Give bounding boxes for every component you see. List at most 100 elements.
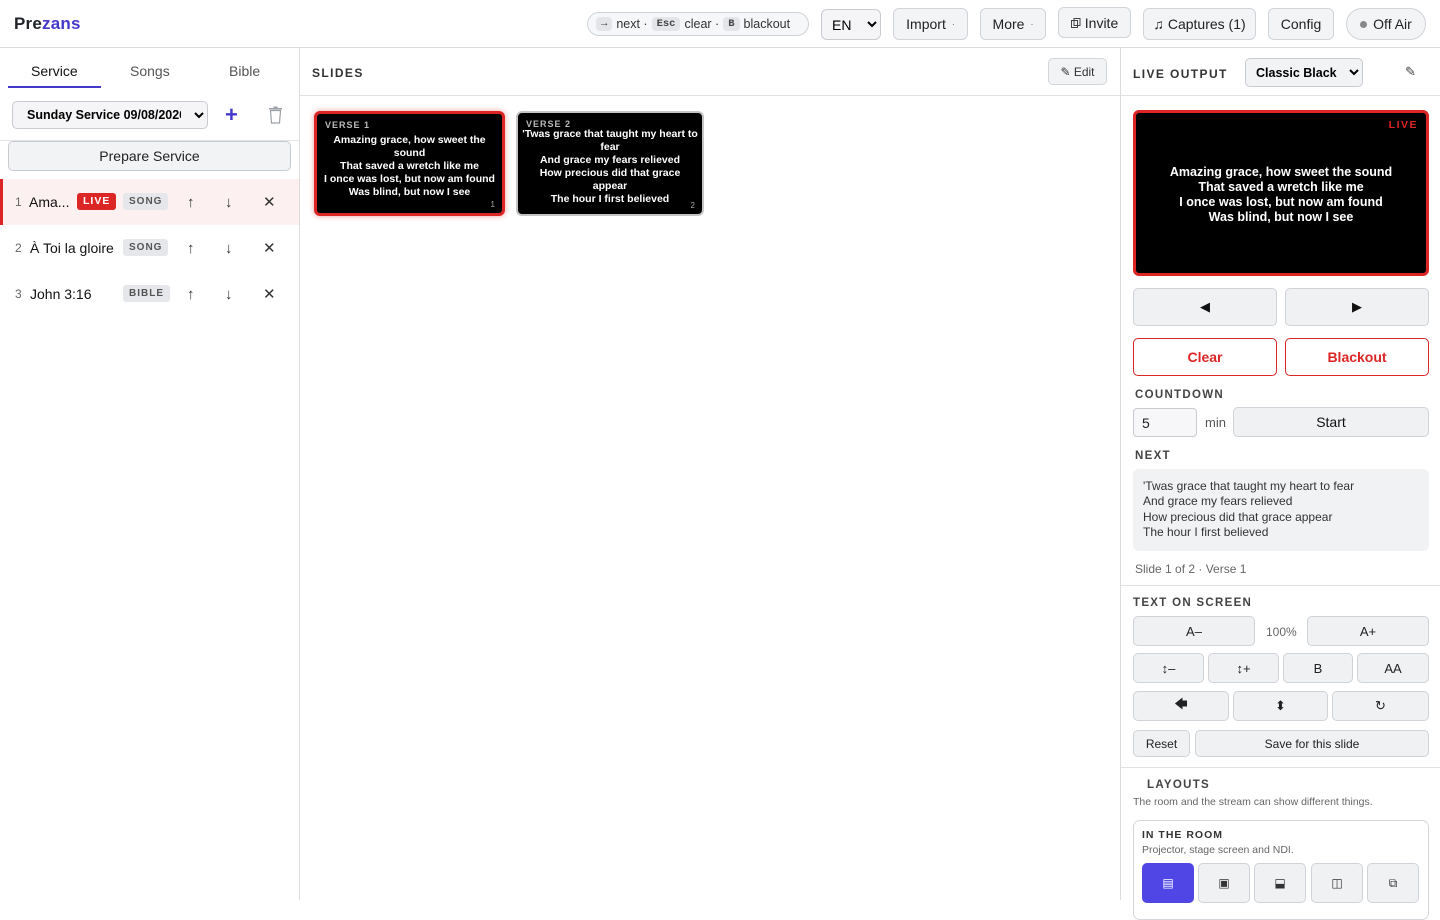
left-tabs: Service Songs Bible <box>0 48 299 90</box>
room-title: IN THE ROOM <box>1142 829 1223 841</box>
off-air-button[interactable]: Off Air <box>1346 8 1426 40</box>
line-spacing-decrease-button[interactable]: ↕– <box>1133 653 1204 683</box>
layout-boxed-button[interactable]: ▣ <box>1198 863 1250 903</box>
remove-icon[interactable]: ✕ <box>263 193 276 211</box>
item-number: 2 <box>15 241 22 255</box>
slide-text: 'Twas grace that taught my heart to fear… <box>522 128 698 205</box>
prepare-service-button[interactable]: Prepare Service <box>8 141 291 171</box>
layout-split-button[interactable]: ◫ <box>1311 863 1363 903</box>
service-item-row[interactable]: 1 Ama... LIVE SONG ↑ ↓ ✕ <box>0 179 299 225</box>
next-title: NEXT <box>1135 450 1171 462</box>
rotate-reset-button[interactable]: ↻ <box>1332 691 1429 721</box>
vertical-align-button[interactable]: ⬍ <box>1233 691 1328 721</box>
config-button[interactable]: Config <box>1268 8 1334 40</box>
reset-text-button[interactable]: Reset <box>1133 730 1190 757</box>
clear-button[interactable]: Clear <box>1133 338 1277 376</box>
font-larger-button[interactable]: A+ <box>1307 616 1429 646</box>
live-text: Amazing grace, how sweet the sound That … <box>1169 165 1393 224</box>
countdown-start-button[interactable]: Start <box>1233 407 1429 437</box>
language-select[interactable]: EN <box>821 9 881 40</box>
invite-button[interactable]: Invite <box>1058 7 1131 38</box>
tab-service[interactable]: Service <box>31 63 78 79</box>
save-for-slide-button[interactable]: Save for this slide <box>1195 730 1429 757</box>
live-preview: LIVE Amazing grace, how sweet the sound … <box>1133 110 1429 276</box>
theme-select[interactable]: Classic Black <box>1245 58 1363 87</box>
keyboard-hint: → next · Esc clear · B blackout <box>587 12 809 36</box>
divider <box>1121 95 1440 96</box>
item-title[interactable]: Ama... <box>29 194 69 210</box>
divider <box>1121 767 1440 768</box>
import-button[interactable]: Import · <box>893 8 968 40</box>
layout-overlay-button[interactable]: ⧉ <box>1367 863 1419 903</box>
item-title[interactable]: À Toi la gloire <box>30 240 114 256</box>
countdown-minutes-input[interactable] <box>1133 408 1197 437</box>
move-up-icon[interactable]: ↑ <box>187 240 195 257</box>
status-dot-icon <box>1360 20 1368 28</box>
move-down-icon[interactable]: ↓ <box>225 286 233 303</box>
live-output-title: LIVE OUTPUT <box>1133 67 1228 81</box>
slides-title: SLIDES <box>312 66 364 80</box>
bold-toggle-button[interactable]: B <box>1283 653 1353 683</box>
more-button[interactable]: More · <box>980 8 1046 40</box>
active-tab-indicator <box>8 86 101 88</box>
top-bar: Prezans → next · Esc clear · B blackout … <box>0 0 1440 48</box>
in-the-room-panel: IN THE ROOM Projector, stage screen and … <box>1133 820 1429 920</box>
blackout-button[interactable]: Blackout <box>1285 338 1429 376</box>
layout-full-button[interactable]: ▤ <box>1142 863 1194 903</box>
next-slide-preview: 'Twas grace that taught my heart to fear… <box>1133 469 1429 551</box>
live-output-pane: LIVE OUTPUT Classic Black ✎ LIVE Amazing… <box>1120 48 1440 920</box>
remove-icon[interactable]: ✕ <box>263 285 276 303</box>
slide-label: VERSE 1 <box>325 120 371 130</box>
slide-number: 2 <box>690 201 695 210</box>
divider <box>1121 585 1440 586</box>
tab-bible[interactable]: Bible <box>229 63 260 79</box>
service-select[interactable]: Sunday Service 09/08/2026 <box>12 101 208 129</box>
edit-theme-icon[interactable]: ✎ <box>1405 64 1416 80</box>
add-service-icon[interactable]: + <box>225 102 238 128</box>
font-scale-value: 100% <box>1266 625 1297 639</box>
next-slide-button[interactable]: ▶ <box>1285 288 1429 326</box>
tab-songs[interactable]: Songs <box>130 63 170 79</box>
move-up-icon[interactable]: ↑ <box>187 194 195 211</box>
remove-icon[interactable]: ✕ <box>263 239 276 257</box>
kbd-next-key: → <box>596 17 613 31</box>
kbd-clear-text: clear · <box>684 17 720 31</box>
move-down-icon[interactable]: ↓ <box>225 240 233 257</box>
countdown-title: COUNTDOWN <box>1135 389 1224 401</box>
trash-icon[interactable] <box>268 106 283 124</box>
live-tag: LIVE <box>1388 119 1418 131</box>
service-item-row[interactable]: 3 John 3:16 BIBLE ↑ ↓ ✕ <box>0 271 299 317</box>
countdown-unit: min <box>1205 415 1226 430</box>
slide-text: Amazing grace, how sweet the sound That … <box>324 134 495 198</box>
kbd-next-text: next · <box>616 17 648 31</box>
music-note-icon: ♫ <box>1153 16 1164 32</box>
item-number: 1 <box>15 195 22 209</box>
service-item-row[interactable]: 2 À Toi la gloire SONG ↑ ↓ ✕ <box>0 225 299 271</box>
left-pane: Service Songs Bible Sunday Service 09/08… <box>0 48 300 900</box>
previous-slide-button[interactable]: ◀ <box>1133 288 1277 326</box>
uppercase-toggle-button[interactable]: AA <box>1357 653 1429 683</box>
app-logo[interactable]: Prezans <box>14 14 81 34</box>
layouts-subtitle: The room and the stream can show differe… <box>1133 796 1373 808</box>
align-left-button[interactable]: 🡄 <box>1133 691 1229 721</box>
edit-slides-button[interactable]: ✎ Edit <box>1048 58 1107 85</box>
font-smaller-button[interactable]: A– <box>1133 616 1255 646</box>
item-number: 3 <box>15 287 22 301</box>
type-badge: SONG <box>123 239 169 256</box>
move-up-icon[interactable]: ↑ <box>187 286 195 303</box>
layout-lower-third-button[interactable]: ⬓ <box>1254 863 1306 903</box>
move-down-icon[interactable]: ↓ <box>225 194 233 211</box>
slides-header: SLIDES ✎ Edit <box>300 48 1120 96</box>
room-subtitle: Projector, stage screen and NDI. <box>1142 844 1294 856</box>
slides-pane: SLIDES ✎ Edit VERSE 1 Amazing grace, how… <box>300 48 1120 900</box>
live-badge: LIVE <box>77 193 117 210</box>
type-badge: SONG <box>123 193 169 210</box>
kbd-blackout-text: blackout <box>743 17 791 31</box>
item-title[interactable]: John 3:16 <box>30 286 92 302</box>
slide-thumbnail[interactable]: VERSE 2 'Twas grace that taught my heart… <box>516 111 704 216</box>
captures-button[interactable]: ♫ Captures (1) <box>1143 8 1256 40</box>
line-spacing-increase-button[interactable]: ↕+ <box>1208 653 1279 683</box>
slide-thumbnail[interactable]: VERSE 1 Amazing grace, how sweet the sou… <box>314 111 505 216</box>
kbd-clear-key: Esc <box>651 17 681 31</box>
type-badge: BIBLE <box>123 285 170 302</box>
